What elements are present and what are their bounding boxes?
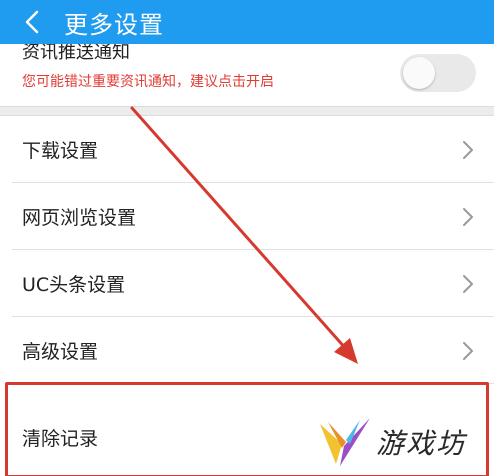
app-header: 更多设置 xyxy=(0,0,494,44)
page-title: 更多设置 xyxy=(64,10,164,39)
menu-item-label: UC头条设置 xyxy=(22,274,126,296)
chevron-right-icon xyxy=(463,342,473,360)
menu-item-clear-records[interactable]: 清除记录 xyxy=(0,384,494,476)
menu-item-label: 高级设置 xyxy=(22,341,99,363)
push-notification-row[interactable]: 资讯推送通知 您可能错过重要资讯通知，建议点击开启 xyxy=(0,44,494,106)
back-button[interactable] xyxy=(0,0,64,44)
menu-item-label: 网页浏览设置 xyxy=(22,207,137,229)
menu-item-browsing-settings[interactable]: 网页浏览设置 xyxy=(0,183,494,250)
settings-menu: 下载设置 网页浏览设置 UC头条设置 高级设置 xyxy=(0,116,494,384)
push-notification-title: 资讯推送通知 xyxy=(22,44,130,63)
menu-item-uc-headlines-settings[interactable]: UC头条设置 xyxy=(0,250,494,317)
menu-item-label: 下载设置 xyxy=(22,140,99,162)
section-divider xyxy=(0,106,494,116)
push-notification-toggle[interactable] xyxy=(400,54,476,92)
menu-item-download-settings[interactable]: 下载设置 xyxy=(0,116,494,183)
menu-item-advanced-settings[interactable]: 高级设置 xyxy=(0,317,494,384)
chevron-left-icon xyxy=(25,10,39,34)
push-notification-warning: 您可能错过重要资讯通知，建议点击开启 xyxy=(22,74,274,90)
toggle-knob xyxy=(403,57,435,89)
chevron-right-icon xyxy=(463,208,473,226)
chevron-right-icon xyxy=(463,275,473,293)
clear-records-label: 清除记录 xyxy=(22,428,99,450)
chevron-right-icon xyxy=(463,141,473,159)
